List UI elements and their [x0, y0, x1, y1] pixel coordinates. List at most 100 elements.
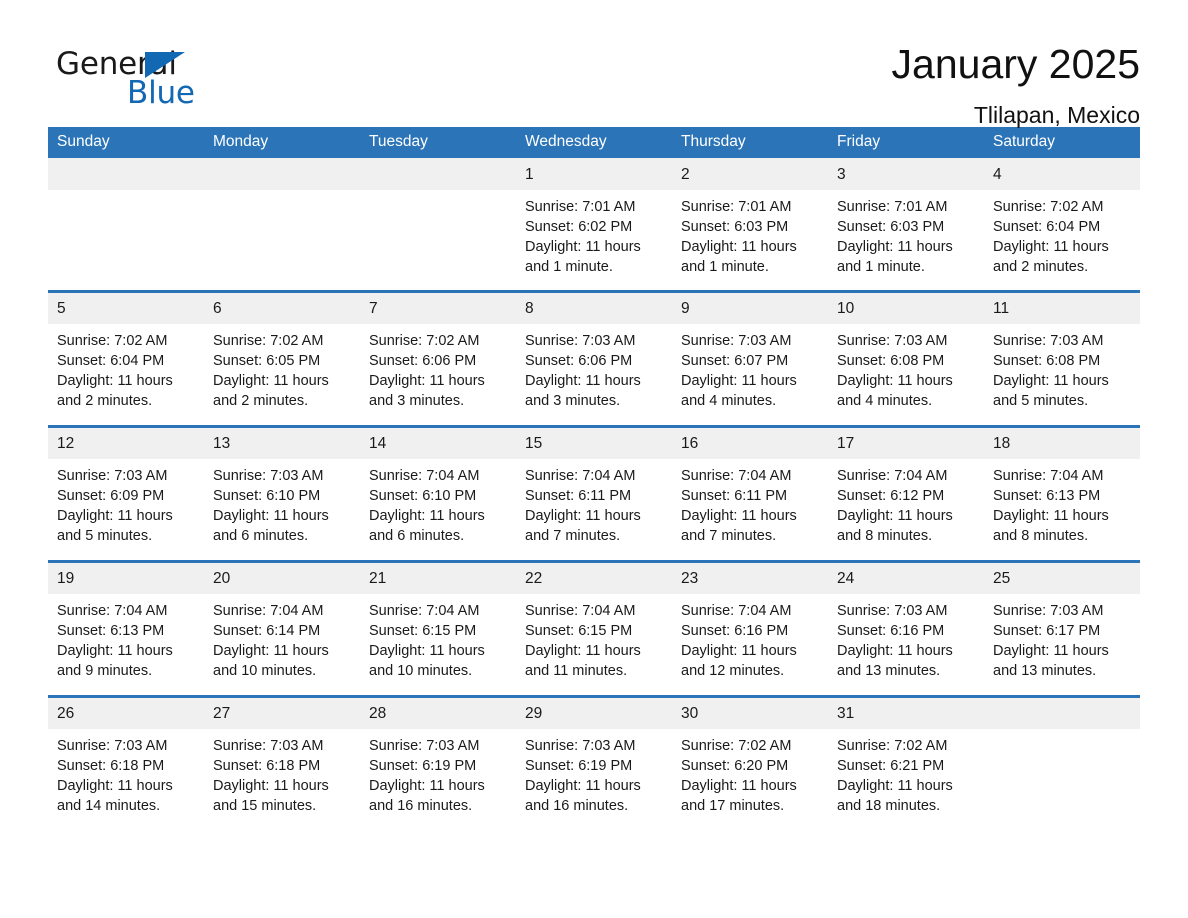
general-blue-logo[interactable]: General Blue — [48, 44, 198, 114]
day-number: 23 — [672, 563, 828, 594]
daylight-text-line1: Daylight: 11 hours — [525, 778, 641, 795]
sunset-text: Sunset: 6:16 PM — [837, 622, 945, 639]
daylight-text-line2: and 3 minutes. — [369, 393, 465, 410]
daylight-text-line2: and 6 minutes. — [213, 528, 309, 545]
day-number: 16 — [672, 428, 828, 459]
day-cell-inner: 17 Sunrise: 7:04 AM Sunset: 6:12 PM Dayligh… — [828, 428, 984, 560]
sunrise-text: Sunrise: 7:03 AM — [993, 332, 1104, 349]
calendar-day-cell[interactable]: 2 Sunrise: 7:01 AM Sunset: 6:03 PM Daylight… — [672, 158, 828, 292]
daylight-text-line1: Daylight: 11 hours — [525, 239, 641, 256]
calendar-day-cell[interactable]: 9 Sunrise: 7:03 AM Sunset: 6:07 PM Daylight… — [672, 290, 828, 427]
calendar-day-cell[interactable]: 6 Sunrise: 7:02 AM Sunset: 6:05 PM Daylight… — [204, 290, 360, 427]
calendar-day-cell[interactable]: 7 Sunrise: 7:02 AM Sunset: 6:06 PM Daylight… — [360, 290, 516, 427]
sunset-text: Sunset: 6:10 PM — [369, 487, 477, 504]
calendar-header-row: Sunday Monday Tuesday Wednesday Thursday Frid… — [48, 127, 1140, 158]
daylight-text-line2: and 8 minutes. — [993, 528, 1089, 545]
sunset-text: Sunset: 6:18 PM — [213, 757, 321, 774]
daylight-text-line1: Daylight: 11 hours — [57, 778, 173, 795]
calendar-week-row: 19 Sunrise: 7:04 AM Sunset: 6:13 PM Dayligh… — [48, 560, 1140, 697]
day-details: Sunrise: 7:03 AM Sunset: 6:06 PM Daylight:… — [516, 324, 672, 412]
day-cell-inner: 11 Sunrise: 7:03 AM Sunset: 6:08 PM Dayligh… — [984, 293, 1140, 425]
calendar-day-cell[interactable]: 31 Sunrise: 7:02 AM Sunset: 6:21 PM Dayligh… — [828, 695, 984, 830]
sunrise-text: Sunrise: 7:03 AM — [213, 467, 324, 484]
calendar-day-cell[interactable]: 11 Sunrise: 7:03 AM Sunset: 6:08 PM Dayligh… — [984, 290, 1140, 427]
day-number: 7 — [360, 293, 516, 324]
sunrise-text: Sunrise: 7:03 AM — [369, 737, 480, 754]
sunrise-text: Sunrise: 7:02 AM — [993, 198, 1104, 215]
calendar-day-cell[interactable]: 1 Sunrise: 7:01 AM Sunset: 6:02 PM Daylight… — [516, 158, 672, 292]
daylight-text-line1: Daylight: 11 hours — [993, 239, 1109, 256]
day-details: Sunrise: 7:03 AM Sunset: 6:09 PM Daylight:… — [48, 459, 204, 547]
calendar-day-cell[interactable]: 23 Sunrise: 7:04 AM Sunset: 6:16 PM Dayligh… — [672, 560, 828, 697]
day-cell-inner: 19 Sunrise: 7:04 AM Sunset: 6:13 PM Dayligh… — [48, 563, 204, 695]
day-number: 24 — [828, 563, 984, 594]
day-number: 22 — [516, 563, 672, 594]
calendar-day-cell[interactable]: 20 Sunrise: 7:04 AM Sunset: 6:14 PM Dayligh… — [204, 560, 360, 697]
day-details: Sunrise: 7:04 AM Sunset: 6:11 PM Daylight:… — [516, 459, 672, 547]
calendar-day-cell[interactable]: 4 Sunrise: 7:02 AM Sunset: 6:04 PM Daylight… — [984, 158, 1140, 292]
sunset-text: Sunset: 6:05 PM — [213, 352, 321, 369]
daylight-text-line2: and 5 minutes. — [993, 393, 1089, 410]
calendar-day-cell[interactable]: 3 Sunrise: 7:01 AM Sunset: 6:03 PM Daylight… — [828, 158, 984, 292]
calendar-page: General Blue January 2025 Tlilapan, Mexi… — [0, 0, 1188, 918]
calendar-day-cell[interactable]: 27 Sunrise: 7:03 AM Sunset: 6:18 PM Dayligh… — [204, 695, 360, 830]
daylight-text-line1: Daylight: 11 hours — [525, 643, 641, 660]
calendar-day-cell[interactable]: 30 Sunrise: 7:02 AM Sunset: 6:20 PM Dayligh… — [672, 695, 828, 830]
day-details: Sunrise: 7:03 AM Sunset: 6:19 PM Daylight:… — [516, 729, 672, 817]
weekday-header-saturday: Saturday — [984, 127, 1140, 158]
day-details: Sunrise: 7:04 AM Sunset: 6:12 PM Daylight:… — [828, 459, 984, 547]
calendar-day-cell[interactable]: 21 Sunrise: 7:04 AM Sunset: 6:15 PM Dayligh… — [360, 560, 516, 697]
calendar-day-cell[interactable]: 24 Sunrise: 7:03 AM Sunset: 6:16 PM Dayligh… — [828, 560, 984, 697]
calendar-week-row: 26 Sunrise: 7:03 AM Sunset: 6:18 PM Dayligh… — [48, 695, 1140, 830]
day-details: Sunrise: 7:02 AM Sunset: 6:04 PM Daylight:… — [984, 190, 1140, 278]
calendar-day-cell[interactable]: 26 Sunrise: 7:03 AM Sunset: 6:18 PM Dayligh… — [48, 695, 204, 830]
logo-text-blue: Blue — [127, 75, 195, 111]
daylight-text-line1: Daylight: 11 hours — [369, 373, 485, 390]
calendar-day-cell[interactable]: 25 Sunrise: 7:03 AM Sunset: 6:17 PM Dayligh… — [984, 560, 1140, 697]
calendar-day-cell[interactable]: 10 Sunrise: 7:03 AM Sunset: 6:08 PM Dayligh… — [828, 290, 984, 427]
calendar-day-cell[interactable]: 13 Sunrise: 7:03 AM Sunset: 6:10 PM Dayligh… — [204, 425, 360, 562]
sunset-text: Sunset: 6:15 PM — [369, 622, 477, 639]
calendar-day-cell[interactable]: 18 Sunrise: 7:04 AM Sunset: 6:13 PM Dayligh… — [984, 425, 1140, 562]
weekday-header-thursday: Thursday — [672, 127, 828, 158]
page-title: January 2025 — [891, 41, 1140, 87]
calendar-day-cell[interactable]: 22 Sunrise: 7:04 AM Sunset: 6:15 PM Dayligh… — [516, 560, 672, 697]
day-number: 30 — [672, 698, 828, 729]
sunrise-text: Sunrise: 7:04 AM — [57, 602, 168, 619]
daylight-text-line1: Daylight: 11 hours — [213, 643, 329, 660]
daylight-text-line1: Daylight: 11 hours — [681, 643, 797, 660]
day-cell-inner: 28 Sunrise: 7:03 AM Sunset: 6:19 PM Dayligh… — [360, 698, 516, 830]
day-number: 2 — [672, 158, 828, 190]
day-cell-inner: 7 Sunrise: 7:02 AM Sunset: 6:06 PM Daylight… — [360, 293, 516, 425]
calendar-day-cell[interactable]: 8 Sunrise: 7:03 AM Sunset: 6:06 PM Daylight… — [516, 290, 672, 427]
daylight-text-line2: and 10 minutes. — [369, 663, 473, 680]
calendar-day-cell[interactable]: 19 Sunrise: 7:04 AM Sunset: 6:13 PM Dayligh… — [48, 560, 204, 697]
sunset-text: Sunset: 6:20 PM — [681, 757, 789, 774]
day-number: 1 — [516, 158, 672, 190]
sunset-text: Sunset: 6:08 PM — [993, 352, 1101, 369]
day-details: Sunrise: 7:02 AM Sunset: 6:20 PM Daylight:… — [672, 729, 828, 817]
calendar-day-cell[interactable]: 28 Sunrise: 7:03 AM Sunset: 6:19 PM Dayligh… — [360, 695, 516, 830]
calendar-day-cell[interactable]: 12 Sunrise: 7:03 AM Sunset: 6:09 PM Dayligh… — [48, 425, 204, 562]
calendar-day-cell[interactable]: 15 Sunrise: 7:04 AM Sunset: 6:11 PM Dayligh… — [516, 425, 672, 562]
calendar-day-cell[interactable]: 29 Sunrise: 7:03 AM Sunset: 6:19 PM Dayligh… — [516, 695, 672, 830]
day-number: 6 — [204, 293, 360, 324]
sunrise-text: Sunrise: 7:02 AM — [213, 332, 324, 349]
daylight-text-line2: and 7 minutes. — [681, 528, 777, 545]
day-details: Sunrise: 7:04 AM Sunset: 6:15 PM Daylight:… — [516, 594, 672, 682]
weekday-header-wednesday: Wednesday — [516, 127, 672, 158]
day-number: 19 — [48, 563, 204, 594]
calendar-day-cell[interactable]: 14 Sunrise: 7:04 AM Sunset: 6:10 PM Dayligh… — [360, 425, 516, 562]
sunset-text: Sunset: 6:03 PM — [837, 218, 945, 235]
day-number: 27 — [204, 698, 360, 729]
sunrise-text: Sunrise: 7:04 AM — [525, 602, 636, 619]
calendar-day-cell[interactable]: 17 Sunrise: 7:04 AM Sunset: 6:12 PM Dayligh… — [828, 425, 984, 562]
day-details: Sunrise: 7:04 AM Sunset: 6:11 PM Daylight:… — [672, 459, 828, 547]
calendar-day-cell[interactable]: 5 Sunrise: 7:02 AM Sunset: 6:04 PM Daylight… — [48, 290, 204, 427]
calendar-week-row: 1 Sunrise: 7:01 AM Sunset: 6:02 PM Daylight… — [48, 158, 1140, 292]
sunset-text: Sunset: 6:06 PM — [369, 352, 477, 369]
sunrise-text: Sunrise: 7:04 AM — [369, 467, 480, 484]
sunrise-text: Sunrise: 7:02 AM — [837, 737, 948, 754]
daylight-text-line2: and 5 minutes. — [57, 528, 153, 545]
calendar-day-cell[interactable]: 16 Sunrise: 7:04 AM Sunset: 6:11 PM Dayligh… — [672, 425, 828, 562]
